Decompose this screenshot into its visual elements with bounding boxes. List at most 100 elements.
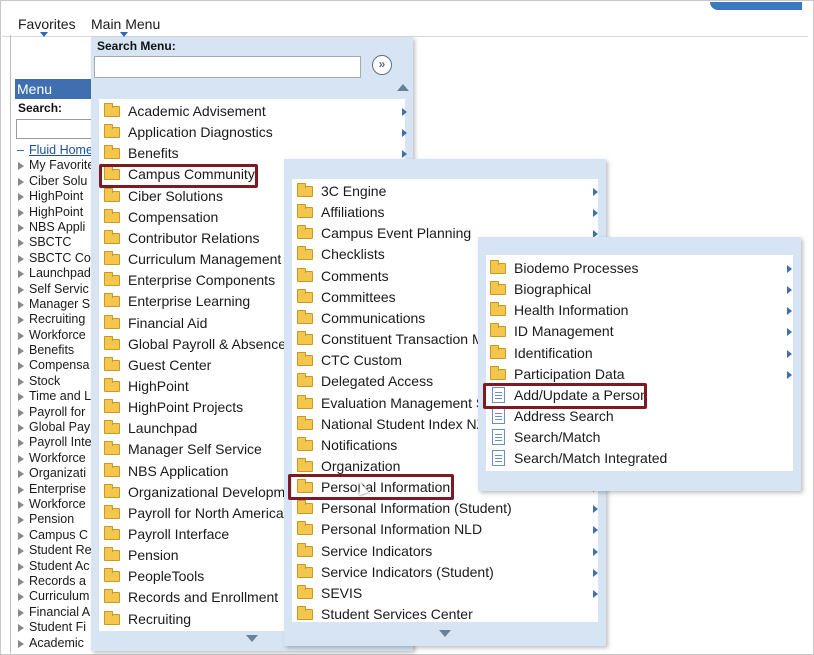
- menu-pane-item[interactable]: HighPoint: [17, 189, 97, 204]
- personal-menu-item-biographical[interactable]: Biographical: [490, 279, 792, 300]
- menu-pane-item[interactable]: Ciber Solu: [17, 174, 97, 189]
- folder-icon: [104, 103, 120, 117]
- personal-menu-item-search-match-integrated[interactable]: Search/Match Integrated: [490, 448, 792, 469]
- expand-triangle-icon: [18, 377, 24, 386]
- folder-icon: [104, 420, 120, 435]
- folder-icon: [297, 331, 313, 346]
- main-menu[interactable]: Main Menu: [91, 16, 160, 32]
- menu-search-input[interactable]: [16, 119, 96, 139]
- menu-pane-item[interactable]: Curriculum: [17, 589, 97, 604]
- menu-pane-item-label: Campus C: [29, 527, 89, 542]
- page-icon: [492, 450, 505, 467]
- folder-icon: [297, 309, 313, 324]
- personal-information-highlight: [288, 474, 454, 500]
- main-menu-item-academic-advisement[interactable]: Academic Advisement: [104, 101, 407, 122]
- menu-pane-item[interactable]: Time and L: [17, 389, 97, 404]
- menu-pane-item-label: Financial A: [29, 604, 91, 619]
- campus-menu-item-service-indicators-student[interactable]: Service Indicators (Student): [297, 562, 598, 583]
- campus-menu-item-personal-information-student[interactable]: Personal Information (Student): [297, 498, 598, 519]
- menu-pane-item[interactable]: Student Ac: [17, 559, 97, 574]
- personal-panel-edge-right: [793, 237, 801, 491]
- menu-item-label: Service Indicators: [321, 542, 433, 559]
- menu-pane-item[interactable]: Enterprise: [17, 482, 97, 497]
- menu-pane-item[interactable]: Financial A: [17, 605, 97, 620]
- menu-pane-item[interactable]: Stock: [17, 374, 97, 389]
- menu-pane-item[interactable]: Pension: [17, 512, 97, 527]
- personal-menu-item-address-search[interactable]: Address Search: [490, 406, 792, 427]
- submenu-arrow-icon: [402, 129, 407, 138]
- scroll-up-icon[interactable]: [397, 84, 409, 91]
- menu-pane-item[interactable]: SBCTC: [17, 235, 97, 250]
- menu-pane-item[interactable]: Global Pay: [17, 420, 97, 435]
- campus-menu-item-student-services-center[interactable]: Student Services Center: [297, 604, 598, 625]
- campus-menu-item-service-indicators[interactable]: Service Indicators: [297, 541, 598, 562]
- expand-triangle-icon: [18, 162, 24, 171]
- folder-icon: [104, 187, 120, 202]
- personal-menu-item-participation-data[interactable]: Participation Data: [490, 364, 792, 385]
- double-chevron-right-icon[interactable]: »: [372, 55, 392, 75]
- menu-item-label: Checklists: [321, 246, 385, 263]
- expand-triangle-icon: [18, 593, 24, 602]
- personal-menu-item-identification[interactable]: Identification: [490, 343, 792, 364]
- expand-triangle-icon: [18, 285, 24, 294]
- menu-pane-item[interactable]: My Favorites: [17, 158, 97, 173]
- menu-item-label: ID Management: [514, 323, 614, 340]
- campus-scroll-down-icon[interactable]: [439, 630, 451, 637]
- menu-pane-item[interactable]: Self Servic: [17, 282, 97, 297]
- folder-icon: [297, 500, 313, 515]
- personal-panel-footer: [478, 471, 801, 491]
- folder-icon: [104, 526, 120, 540]
- menu-pane-item[interactable]: Organizati: [17, 466, 97, 481]
- menu-item-label: HighPoint Projects: [128, 399, 244, 416]
- personal-menu-item-id-management[interactable]: ID Management: [490, 321, 792, 342]
- menu-pane-item[interactable]: Campus C: [17, 528, 97, 543]
- menu-pane-item[interactable]: – Fluid Home: [17, 143, 97, 158]
- folder-icon: [104, 208, 120, 223]
- menu-pane-item[interactable]: Workforce: [17, 328, 97, 343]
- menu-pane-item[interactable]: Manager S: [17, 297, 97, 312]
- main-menu-item-application-diagnostics[interactable]: Application Diagnostics: [104, 122, 407, 143]
- campus-menu-item-sevis[interactable]: SEVIS: [297, 583, 598, 604]
- menu-pane-item[interactable]: Records a: [17, 574, 97, 589]
- menu-pane-item[interactable]: Recruiting: [17, 312, 97, 327]
- expand-triangle-icon: [18, 300, 24, 309]
- menu-pane-item[interactable]: Payroll for: [17, 405, 97, 420]
- menu-pane-item[interactable]: Student Fi: [17, 620, 97, 635]
- menu-pane-item-label: Recruiting: [29, 312, 86, 327]
- expand-triangle-icon: [18, 547, 24, 556]
- menu-item-label: Enterprise Learning: [128, 293, 251, 310]
- menu-pane-item-label: Workforce: [29, 496, 86, 511]
- menu-pane-item-label: My Favorites: [29, 158, 97, 173]
- menu-pane-item[interactable]: SBCTC Co: [17, 251, 97, 266]
- menu-pane-item[interactable]: Launchpad: [17, 266, 97, 281]
- menu-pane-item-label: Stock: [29, 373, 61, 388]
- menu-pane-item-label: SBCTC: [29, 235, 72, 250]
- personal-menu-item-health-information[interactable]: Health Information: [490, 300, 792, 321]
- scroll-down-icon[interactable]: [246, 635, 258, 642]
- favorites-dropdown-icon[interactable]: [40, 32, 48, 37]
- personal-menu-item-search-match[interactable]: Search/Match: [490, 427, 792, 448]
- menu-pane-item[interactable]: HighPoint: [17, 205, 97, 220]
- search-menu-input[interactable]: [94, 56, 361, 78]
- menu-pane-item[interactable]: Payroll Inte: [17, 435, 97, 450]
- expand-triangle-icon: [18, 577, 24, 586]
- favorites-menu[interactable]: Favorites: [18, 16, 76, 32]
- menu-pane-item[interactable]: Compensa: [17, 358, 97, 373]
- campus-menu-item-3c-engine[interactable]: 3C Engine: [297, 181, 598, 202]
- expand-triangle-icon: [18, 239, 24, 248]
- campus-menu-item-affiliations[interactable]: Affiliations: [297, 202, 598, 223]
- expand-triangle-icon: [18, 270, 24, 279]
- browser-frame: Favorites Main Menu Menu Search: – Fluid …: [0, 0, 814, 655]
- folder-icon: [104, 610, 120, 625]
- menu-item-label: Campus Event Planning: [321, 225, 472, 242]
- menu-pane-item[interactable]: Workforce: [17, 451, 97, 466]
- menu-pane-item[interactable]: Workforce: [17, 497, 97, 512]
- personal-menu-item-biodemo-processes[interactable]: Biodemo Processes: [490, 258, 792, 279]
- menu-pane-item[interactable]: Student Re: [17, 543, 97, 558]
- campus-menu-item-personal-information-nld[interactable]: Personal Information NLD: [297, 519, 598, 540]
- menu-pane-title: Menu: [15, 79, 95, 99]
- menu-pane-item[interactable]: NBS Appli: [17, 220, 97, 235]
- menu-item-label: Search/Match Integrated: [514, 450, 668, 467]
- menu-pane-item[interactable]: Benefits: [17, 343, 97, 358]
- menu-pane-item[interactable]: Academic: [17, 636, 97, 651]
